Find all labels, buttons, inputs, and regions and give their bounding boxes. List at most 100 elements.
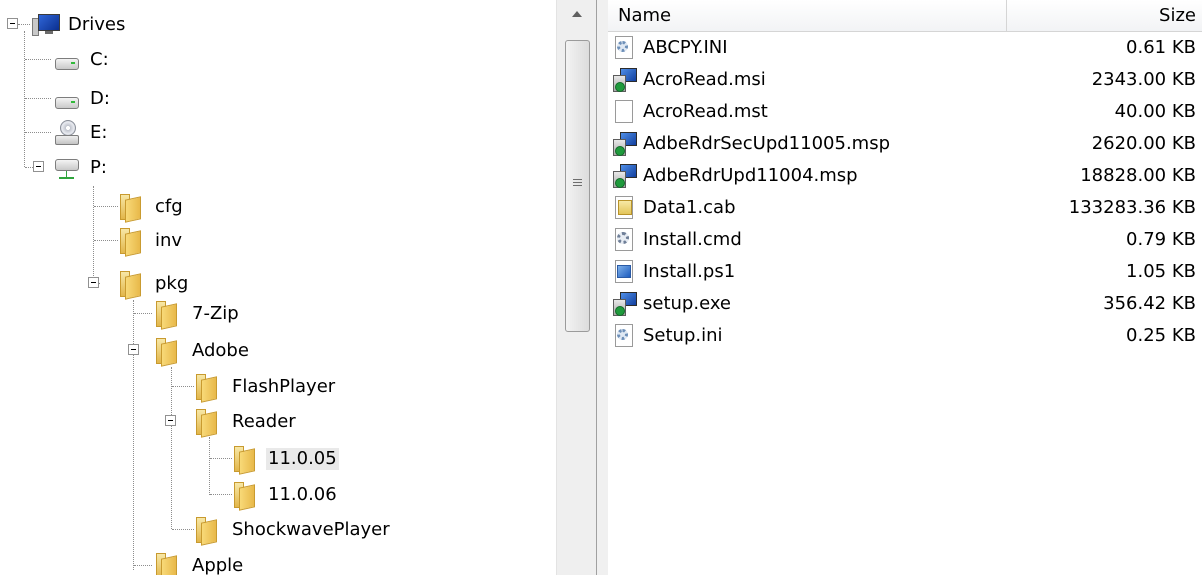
tree-item-label: Apple	[192, 555, 244, 575]
collapse-icon[interactable]	[33, 161, 44, 172]
folder-icon	[119, 271, 141, 300]
tree-item-label: ShockwavePlayer	[232, 519, 390, 540]
tree-item-folder[interactable]: 7-Zip	[0, 297, 556, 331]
column-divider[interactable]	[1006, 0, 1007, 31]
folder-icon	[233, 482, 255, 511]
list-header: Name Size	[608, 0, 1202, 32]
scroll-up-button[interactable]	[557, 0, 597, 28]
tree-scrollbar[interactable]	[556, 0, 597, 575]
file-list[interactable]: Name Size ABCPY.INI 0.61 KB AcroRead.msi…	[608, 0, 1202, 575]
file-size: 40.00 KB	[1114, 101, 1196, 122]
tree-item-drive-p[interactable]: P:	[0, 151, 556, 185]
tree-item-folder[interactable]: 11.0.06	[0, 478, 556, 512]
tree-item-folder[interactable]: Adobe	[0, 334, 556, 368]
collapse-icon[interactable]	[88, 277, 99, 288]
powershell-icon	[612, 259, 636, 283]
tree-item-folder[interactable]: ShockwavePlayer	[0, 513, 556, 547]
file-name: ABCPY.INI	[643, 37, 728, 58]
file-name: Data1.cab	[643, 197, 736, 218]
tree-item-folder[interactable]: cfg	[0, 190, 556, 224]
file-row[interactable]: setup.exe 356.42 KB	[608, 288, 1202, 319]
file-size: 0.79 KB	[1126, 229, 1196, 250]
file-size: 0.61 KB	[1126, 37, 1196, 58]
file-row[interactable]: Install.cmd 0.79 KB	[608, 224, 1202, 255]
column-header-name[interactable]: Name	[618, 4, 671, 28]
tree-item-label: Adobe	[192, 340, 249, 361]
tree-item-label: E:	[90, 122, 108, 143]
file-name: setup.exe	[643, 293, 731, 314]
tree-item-label: 11.0.06	[268, 484, 337, 505]
file-size: 2343.00 KB	[1091, 69, 1196, 90]
installer-icon	[612, 291, 637, 316]
tree-item-drive-d[interactable]: D:	[0, 82, 556, 116]
installer-icon	[612, 131, 637, 156]
collapse-icon[interactable]	[128, 344, 139, 355]
arrow-up-icon	[572, 11, 582, 17]
folder-tree[interactable]: Drives C: D: E: P: cfg inv pkg 7-Zip Ado…	[0, 0, 556, 575]
tree-item-label: Reader	[232, 411, 296, 432]
folder-icon	[155, 301, 177, 330]
file-row[interactable]: ABCPY.INI 0.61 KB	[608, 32, 1202, 63]
file-row[interactable]: AcroRead.mst 40.00 KB	[608, 96, 1202, 127]
file-name: AcroRead.msi	[643, 69, 766, 90]
tree-item-folder[interactable]: pkg	[0, 267, 556, 301]
file-size: 356.42 KB	[1103, 293, 1196, 314]
collapse-icon[interactable]	[165, 415, 176, 426]
folder-icon	[195, 374, 217, 403]
tree-item-label: P:	[90, 157, 107, 178]
file-row[interactable]: Setup.ini 0.25 KB	[608, 320, 1202, 351]
tree-item-label: pkg	[155, 273, 189, 294]
file-row[interactable]: AdbeRdrUpd11004.msp 18828.00 KB	[608, 160, 1202, 191]
file-row[interactable]: Install.ps1 1.05 KB	[608, 256, 1202, 287]
folder-icon	[195, 517, 217, 546]
cabinet-icon	[612, 195, 636, 219]
network-drive-icon	[54, 157, 80, 183]
folder-icon	[155, 338, 177, 367]
file-size: 2620.00 KB	[1091, 133, 1196, 154]
tree-item-label: inv	[155, 230, 183, 251]
drive-icon	[55, 56, 79, 70]
script-icon	[612, 227, 636, 251]
file-name: AcroRead.mst	[643, 101, 768, 122]
tree-item-label: C:	[90, 49, 109, 70]
tree-item-folder[interactable]: Apple	[0, 549, 556, 575]
grip-icon	[573, 179, 582, 188]
file-name: Setup.ini	[643, 325, 723, 346]
tree-item-label: FlashPlayer	[232, 376, 336, 397]
drive-icon	[55, 95, 79, 109]
tree-item-folder[interactable]: Reader	[0, 405, 556, 439]
computer-icon	[32, 14, 60, 38]
tree-item-folder[interactable]: inv	[0, 224, 556, 258]
tree-item-drive-c[interactable]: C:	[0, 43, 556, 77]
optical-drive-icon	[54, 120, 80, 146]
file-name: Install.cmd	[643, 229, 742, 250]
column-header-size[interactable]: Size	[1159, 4, 1196, 28]
file-size: 18828.00 KB	[1080, 165, 1196, 186]
file-row[interactable]: AdbeRdrSecUpd11005.msp 2620.00 KB	[608, 128, 1202, 159]
blank-file-icon	[612, 99, 636, 123]
file-size: 1.05 KB	[1126, 261, 1196, 282]
tree-item-folder[interactable]: FlashPlayer	[0, 370, 556, 404]
tree-item-label: D:	[90, 88, 110, 109]
scroll-thumb[interactable]	[565, 40, 590, 332]
tree-item-drives[interactable]: Drives	[0, 8, 556, 42]
tree-item-folder-selected[interactable]: 11.0.05	[0, 442, 556, 476]
tree-item-drive-e[interactable]: E:	[0, 116, 556, 150]
folder-icon	[233, 446, 255, 475]
installer-icon	[612, 163, 637, 188]
installer-icon	[612, 67, 637, 92]
collapse-icon[interactable]	[7, 18, 18, 29]
file-row[interactable]: Data1.cab 133283.36 KB	[608, 192, 1202, 223]
tree-item-label: 7-Zip	[192, 303, 239, 324]
file-size: 0.25 KB	[1126, 325, 1196, 346]
file-name: AdbeRdrSecUpd11005.msp	[643, 133, 890, 154]
folder-icon	[195, 409, 217, 438]
tree-item-label: cfg	[155, 196, 183, 217]
tree-item-label: 11.0.05	[266, 448, 339, 470]
ini-icon	[612, 35, 636, 59]
ini-icon	[612, 323, 636, 347]
file-size: 133283.36 KB	[1068, 197, 1196, 218]
file-row[interactable]: AcroRead.msi 2343.00 KB	[608, 64, 1202, 95]
file-name: Install.ps1	[643, 261, 736, 282]
file-name: AdbeRdrUpd11004.msp	[643, 165, 858, 186]
